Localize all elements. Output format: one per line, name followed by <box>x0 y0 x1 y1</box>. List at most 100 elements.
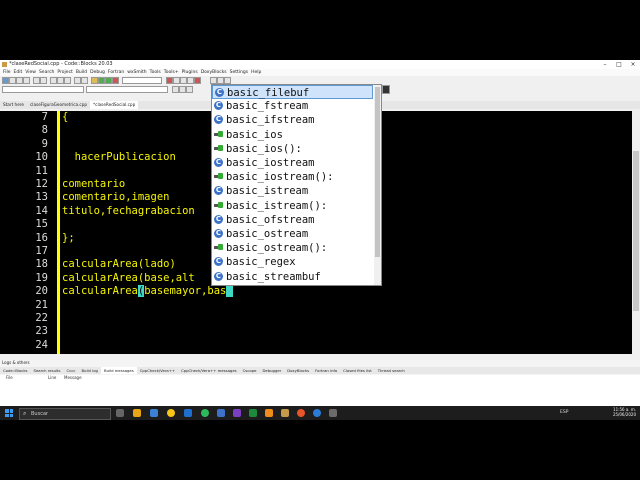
undo-icon[interactable] <box>33 77 40 84</box>
debug-icon[interactable] <box>166 77 173 84</box>
menu-view[interactable]: View <box>25 69 36 76</box>
save-icon[interactable] <box>16 77 23 84</box>
symbol-select[interactable] <box>86 86 168 93</box>
menu-tools-[interactable]: Tools+ <box>164 69 179 76</box>
menu-tools[interactable]: Tools <box>150 69 161 76</box>
menu-help[interactable]: Help <box>251 69 261 76</box>
stop-debug-icon[interactable] <box>194 77 201 84</box>
word-icon[interactable] <box>184 409 192 417</box>
autocomplete-scrollbar[interactable] <box>374 85 381 285</box>
autocomplete-scrollbar-thumb[interactable] <box>375 87 380 257</box>
bookmark-icon[interactable] <box>186 86 193 93</box>
vlc-icon[interactable] <box>265 409 273 417</box>
editor-scrollbar[interactable] <box>632 111 640 354</box>
logs-tab[interactable]: Fortran info <box>312 367 340 374</box>
logs-tab[interactable]: Code::Blocks <box>0 367 31 374</box>
open-file-icon[interactable] <box>9 77 16 84</box>
step-over-icon[interactable] <box>180 77 187 84</box>
menu-build[interactable]: Build <box>76 69 87 76</box>
autocomplete-item[interactable]: basic_ios <box>212 128 373 142</box>
tool-icon[interactable] <box>217 77 224 84</box>
tray-language[interactable]: ESP <box>560 410 568 415</box>
zoom-icon[interactable] <box>382 85 390 94</box>
app-icon[interactable] <box>217 409 225 417</box>
whatsapp-icon[interactable] <box>201 409 209 417</box>
scope-select[interactable] <box>2 86 84 93</box>
copy-icon[interactable] <box>57 77 64 84</box>
autocomplete-popup[interactable]: Cbasic_filebuf Cbasic_fstream Cbasic_ifstr… <box>211 84 382 286</box>
logs-tab[interactable]: CppCheck/Vera++ <box>137 367 178 374</box>
tray-clock[interactable]: 11:56 a. m. 25/06/2020 <box>613 407 636 417</box>
jump-forward-icon[interactable] <box>179 86 186 93</box>
tab-2[interactable]: *claseRedSocial.cpp <box>90 101 139 109</box>
tab-1[interactable]: claseFiguraGeometrica.cpp <box>27 101 90 109</box>
firefox-icon[interactable] <box>297 409 305 417</box>
autocomplete-item[interactable]: Cbasic_iostream <box>212 156 373 170</box>
autocomplete-item[interactable]: Cbasic_fstream <box>212 99 373 113</box>
step-out-icon[interactable] <box>187 77 194 84</box>
app-icon-2[interactable] <box>329 409 337 417</box>
logs-tab[interactable]: DoxyBlocks <box>284 367 312 374</box>
autocomplete-item[interactable]: basic_ostream(): <box>212 241 373 255</box>
step-into-icon[interactable] <box>173 77 180 84</box>
redo-icon[interactable] <box>40 77 47 84</box>
autocomplete-item[interactable]: Cbasic_regex <box>212 255 373 269</box>
build-icon[interactable] <box>91 77 98 84</box>
logs-tab[interactable]: Debugger <box>259 367 284 374</box>
logs-tab[interactable]: Build log <box>78 367 101 374</box>
taskbar-search[interactable]: ⌕ Buscar <box>19 408 111 420</box>
autocomplete-item[interactable]: Cbasic_ostream <box>212 227 373 241</box>
autocomplete-item[interactable]: basic_ios(): <box>212 142 373 156</box>
menu-settings[interactable]: Settings <box>230 69 248 76</box>
tool-icon[interactable] <box>210 77 217 84</box>
menu-debug[interactable]: Debug <box>90 69 105 76</box>
autocomplete-item[interactable]: Cbasic_streambuf <box>212 270 373 284</box>
autocomplete-item[interactable]: basic_istream(): <box>212 199 373 213</box>
build-run-icon[interactable] <box>105 77 112 84</box>
build-target-select[interactable] <box>122 77 162 84</box>
menu-file[interactable]: File <box>3 69 11 76</box>
save-all-icon[interactable] <box>23 77 30 84</box>
minimize-button[interactable]: – <box>598 60 612 69</box>
edge-icon[interactable] <box>313 409 321 417</box>
codeblocks-taskbar-icon[interactable] <box>281 409 289 417</box>
tab-0[interactable]: Start here <box>0 101 27 109</box>
abort-icon[interactable] <box>112 77 119 84</box>
new-file-icon[interactable] <box>2 77 9 84</box>
logs-tab[interactable]: CppCheck/Vera++ messages <box>178 367 240 374</box>
visual-studio-icon[interactable] <box>233 409 241 417</box>
windows-start-icon[interactable] <box>5 409 13 417</box>
find-icon[interactable] <box>74 77 81 84</box>
excel-icon[interactable] <box>249 409 257 417</box>
logs-body[interactable] <box>0 381 640 406</box>
menu-edit[interactable]: Edit <box>14 69 23 76</box>
logs-tab[interactable]: Cccc <box>64 367 79 374</box>
menu-plugins[interactable]: Plugins <box>182 69 198 76</box>
logs-tab[interactable]: Cscope <box>240 367 260 374</box>
autocomplete-item[interactable]: Cbasic_ofstream <box>212 213 373 227</box>
autocomplete-item[interactable]: Cbasic_ifstream <box>212 113 373 127</box>
logs-tab[interactable]: Search results <box>31 367 64 374</box>
file-explorer-icon[interactable] <box>133 409 141 417</box>
cut-icon[interactable] <box>50 77 57 84</box>
menu-fortran[interactable]: Fortran <box>108 69 124 76</box>
close-button[interactable]: × <box>626 60 640 69</box>
tool-icon[interactable] <box>224 77 231 84</box>
maximize-button[interactable]: □ <box>612 60 626 69</box>
menu-project[interactable]: Project <box>57 69 72 76</box>
run-icon[interactable] <box>98 77 105 84</box>
replace-icon[interactable] <box>81 77 88 84</box>
paste-icon[interactable] <box>64 77 71 84</box>
task-view-icon[interactable] <box>116 409 124 417</box>
jump-back-icon[interactable] <box>172 86 179 93</box>
menu-search[interactable]: Search <box>39 69 54 76</box>
autocomplete-item[interactable]: Cbasic_istream <box>212 184 373 198</box>
autocomplete-item[interactable]: basic_iostream(): <box>212 170 373 184</box>
menu-doxyblocks[interactable]: DoxyBlocks <box>201 69 227 76</box>
autocomplete-item[interactable]: Cbasic_filebuf <box>212 85 373 100</box>
logs-tab[interactable]: Build messages <box>100 367 137 374</box>
logs-tab[interactable]: Thread search <box>375 367 408 374</box>
editor-scrollbar-thumb[interactable] <box>633 151 639 311</box>
menu-wxsmith[interactable]: wxSmith <box>127 69 146 76</box>
mail-icon[interactable] <box>150 409 158 417</box>
